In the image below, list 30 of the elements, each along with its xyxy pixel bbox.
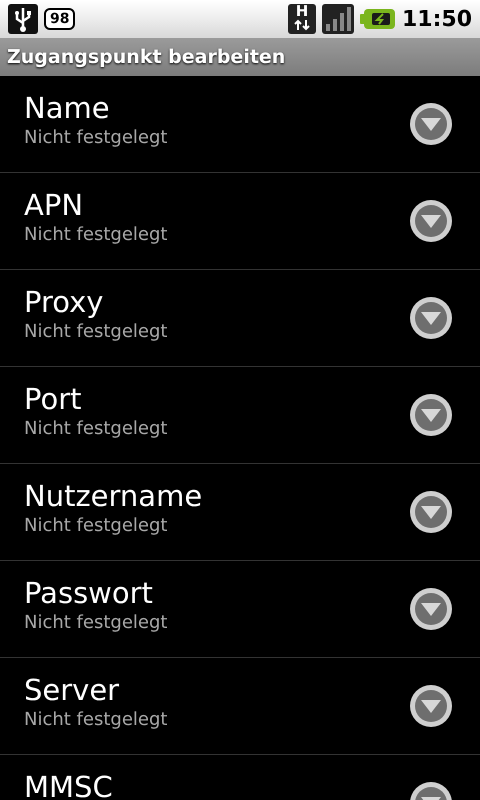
preference-summary: Nicht festgelegt xyxy=(24,320,168,344)
preference-item[interactable]: Port Nicht festgelegt xyxy=(0,367,480,464)
preference-title: MMSC xyxy=(24,769,114,800)
preference-item[interactable]: Server Nicht festgelegt xyxy=(0,658,480,755)
preference-title: Name xyxy=(24,90,111,126)
battery-charging-icon xyxy=(360,8,396,30)
preference-title: Nutzername xyxy=(24,478,204,514)
preference-summary: Nicht festgelegt xyxy=(24,708,168,732)
preference-item[interactable]: Name Nicht festgelegt xyxy=(0,76,480,173)
preference-item[interactable]: Proxy Nicht festgelegt xyxy=(0,270,480,367)
preference-summary: Nicht festgelegt xyxy=(24,417,168,441)
notification-count: 98 xyxy=(44,8,76,30)
screen-title: Zugangspunkt bearbeiten xyxy=(7,46,286,68)
preference-item[interactable]: APN Nicht festgelegt xyxy=(0,173,480,270)
network-type-icon: H xyxy=(288,4,316,34)
preference-title: Proxy xyxy=(24,284,104,320)
preference-title: Port xyxy=(24,381,82,417)
preference-item[interactable]: Passwort Nicht festgelegt xyxy=(0,561,480,658)
preference-item[interactable]: Nutzername Nicht festgelegt xyxy=(0,464,480,561)
usb-icon xyxy=(8,4,38,34)
preference-summary: Nicht festgelegt xyxy=(24,611,168,635)
preference-summary: Nicht festgelegt xyxy=(24,514,168,538)
preference-item[interactable]: MMSC xyxy=(0,755,480,800)
preference-summary: Nicht festgelegt xyxy=(24,126,168,150)
signal-icon xyxy=(322,4,354,34)
clock-time: 11:50 xyxy=(402,6,472,32)
preference-summary: Nicht festgelegt xyxy=(24,223,168,247)
preference-title: APN xyxy=(24,187,84,223)
preference-title: Passwort xyxy=(24,575,154,611)
preference-title: Server xyxy=(24,672,120,708)
